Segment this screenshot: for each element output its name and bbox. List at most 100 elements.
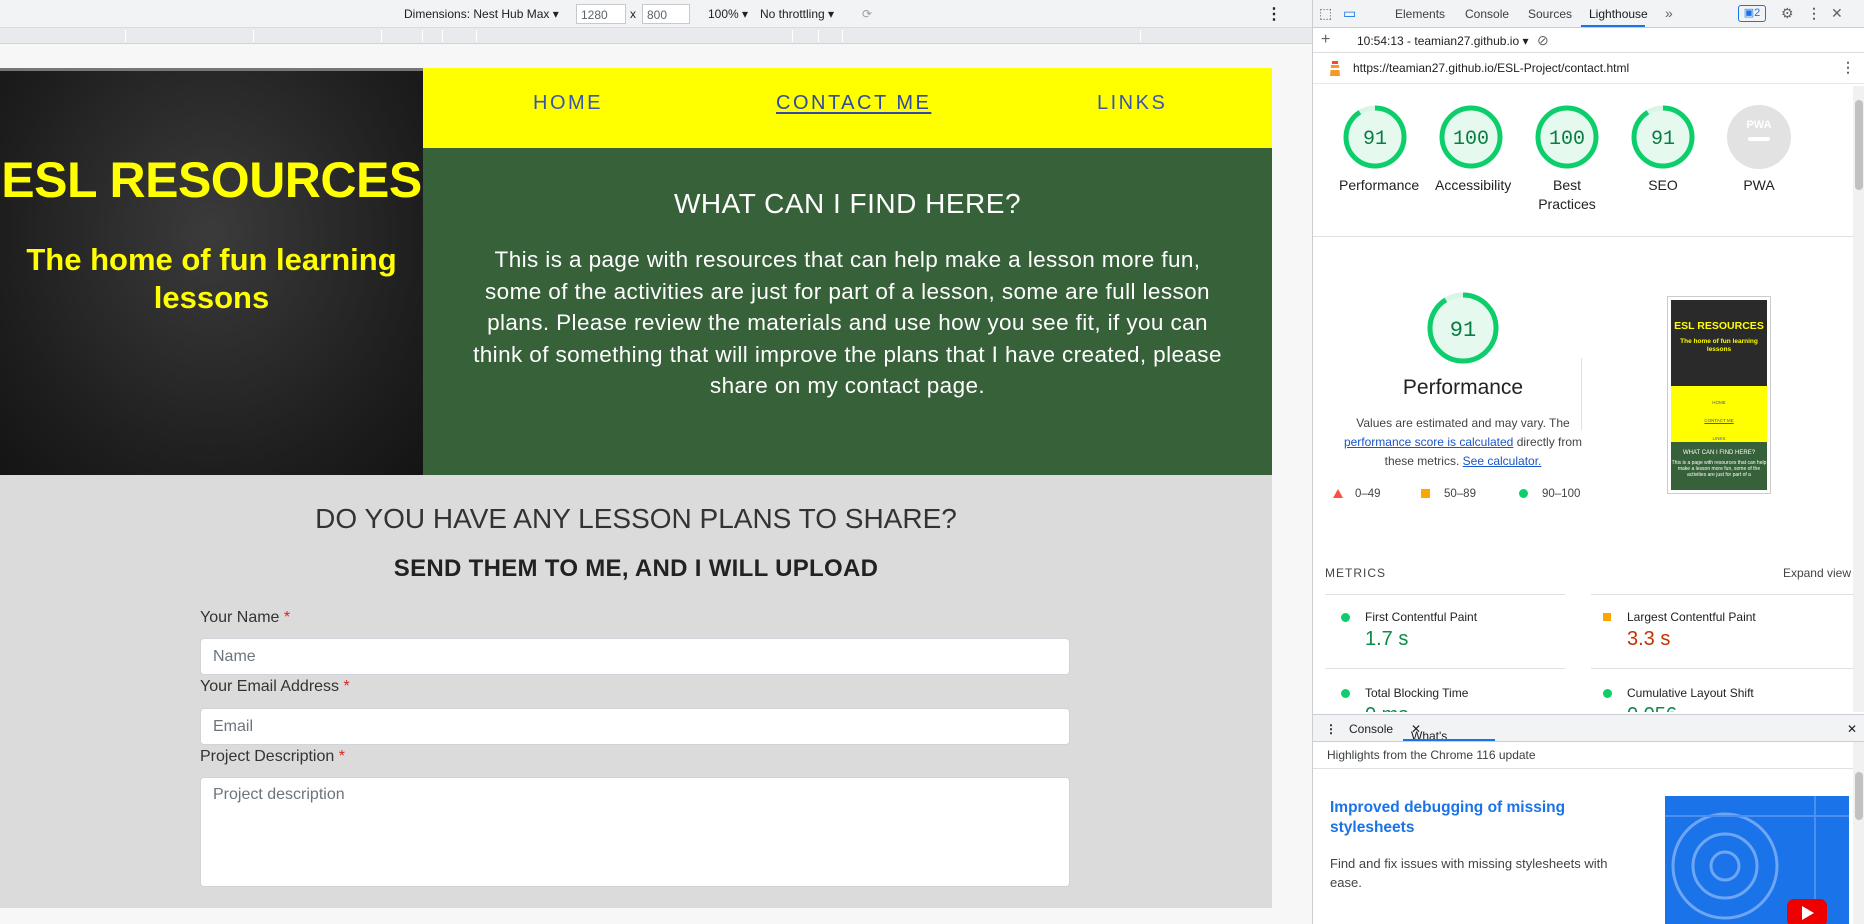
question-title: DO YOU HAVE ANY LESSON PLANS TO SHARE? (315, 503, 957, 534)
description-textarea[interactable] (200, 777, 1070, 887)
media-query-ruler[interactable] (0, 28, 1312, 44)
svg-text:100: 100 (1549, 128, 1585, 151)
info-title: WHAT CAN I FIND HERE? (673, 188, 1022, 219)
whats-new-title-link[interactable]: Improved debugging of missing stylesheet… (1330, 798, 1630, 838)
issues-badge[interactable]: ▣2 (1738, 5, 1766, 22)
description-label: Project Description * (200, 748, 345, 765)
gauge-label: PWA (1743, 177, 1775, 193)
email-input[interactable] (200, 708, 1070, 745)
lighthouse-logo-icon (1330, 61, 1340, 76)
drawer-tab-console[interactable]: Console (1349, 722, 1393, 736)
divider (1313, 236, 1864, 237)
pass-dot-icon (1603, 689, 1612, 698)
final-screenshot-thumbnail[interactable]: ESL RESOURCES The home of fun learning l… (1667, 296, 1771, 494)
hero-title: ESL RESOURCES (1, 152, 422, 208)
performance-description: Values are estimated and may vary. The p… (1343, 416, 1583, 468)
gauge-accessibility[interactable]: 100 Accessibility (1435, 104, 1512, 195)
gauge-best-practices[interactable]: 100 Best Practices (1531, 104, 1603, 214)
see-calculator-link[interactable]: See calculator. (1463, 454, 1542, 468)
contact-form: DO YOU HAVE ANY LESSON PLANS TO SHARE? S… (0, 475, 1272, 908)
device-dimensions-select[interactable]: Dimensions: Nest Hub Max ▾ (404, 7, 559, 21)
score-ring: 91 (1427, 292, 1499, 364)
report-scrollbar[interactable] (1853, 86, 1864, 712)
device-height-input[interactable]: 800 (642, 4, 690, 24)
tab-elements[interactable]: Elements (1395, 7, 1445, 21)
device-width-input[interactable]: 1280 (576, 4, 626, 24)
drawer-scrollbar[interactable] (1853, 742, 1864, 924)
metrics-header: METRICS Expand view (1325, 566, 1851, 580)
close-drawer-icon[interactable]: ✕ (1847, 722, 1857, 736)
score-ring: 91 (1343, 105, 1407, 169)
device-toggle-icon[interactable]: ▭ (1343, 5, 1356, 22)
inspect-element-icon[interactable]: ⬚ (1319, 5, 1332, 22)
average-square-icon (1603, 613, 1611, 621)
esl-site: ESL RESOURCES The home of fun learning l… (0, 68, 1272, 908)
nav-links-link[interactable]: LINKS (1097, 92, 1167, 115)
svg-text:91: 91 (1450, 318, 1476, 343)
lighthouse-url-bar: https://teamian27.github.io/ESL-Project/… (1313, 53, 1864, 84)
page-viewport: ESL RESOURCES The home of fun learning l… (0, 44, 1312, 924)
hero-banner: ESL RESOURCES The home of fun learning l… (0, 68, 423, 475)
pass-dot-icon (1341, 613, 1350, 622)
score-ring: 100 (1535, 105, 1599, 169)
report-select[interactable]: 10:54:13 - teamian27.github.io ▾ (1357, 34, 1528, 48)
thumb-nav: HOME CONTACT ME LINKS (1671, 386, 1767, 442)
whats-new-panel: Highlights from the Chrome 116 update Im… (1313, 742, 1864, 924)
close-devtools-icon[interactable]: ✕ (1831, 5, 1843, 22)
hero-subtitle: The home of fun learning lessons (26, 242, 397, 315)
tab-sources[interactable]: Sources (1528, 7, 1572, 21)
pwa-badge-icon: PWA (1727, 105, 1791, 169)
svg-text:91: 91 (1363, 128, 1387, 151)
throttling-select[interactable]: No throttling ▾ (760, 7, 834, 21)
active-tab-indicator (1581, 25, 1645, 27)
site-nav: HOME CONTACT ME LINKS (423, 68, 1272, 148)
devtools-panel: ⬚ ▭ Elements Console Sources Lighthouse … (1312, 0, 1864, 924)
divider (1313, 768, 1853, 769)
svg-text:91: 91 (1651, 128, 1675, 151)
gear-icon[interactable]: ⚙ (1781, 5, 1794, 22)
drawer-menu-icon[interactable]: ⋮ (1325, 722, 1337, 736)
info-panel: WHAT CAN I FIND HERE? This is a page wit… (423, 148, 1272, 475)
divider (1325, 594, 1565, 595)
name-input[interactable] (200, 638, 1070, 675)
dimension-separator: x (630, 7, 636, 21)
tab-lighthouse[interactable]: Lighthouse (1589, 7, 1648, 21)
drawer-active-indicator (1403, 739, 1495, 741)
zoom-select[interactable]: 100% ▾ (708, 7, 748, 21)
svg-text:PWA: PWA (1746, 119, 1771, 131)
device-toolbar: Dimensions: Nest Hub Max ▾ 1280 x 800 10… (0, 0, 1312, 28)
report-menu-icon[interactable]: ⋮ (1841, 59, 1855, 76)
clear-reports-icon[interactable]: ⊘ (1537, 32, 1549, 49)
send-title: SEND THEM TO ME, AND I WILL UPLOAD (393, 555, 879, 582)
gauge-pwa[interactable]: PWA PWA (1723, 104, 1795, 195)
whats-new-description: Find and fix issues with missing stylesh… (1330, 856, 1608, 890)
gauge-label: SEO (1648, 177, 1678, 193)
drawer-tabbar: ⋮ Console What's New ✕ ✕ (1313, 714, 1864, 757)
device-more-icon[interactable]: ⋮ (1266, 4, 1282, 24)
more-tabs-icon[interactable]: » (1665, 5, 1673, 21)
new-report-icon[interactable]: + (1321, 31, 1330, 49)
performance-summary: 91 Performance Values are estimated and … (1333, 290, 1593, 471)
whats-new-video-thumbnail[interactable] (1665, 796, 1849, 924)
tab-console[interactable]: Console (1465, 7, 1509, 21)
info-text: This is a page with resources that can h… (473, 247, 1222, 398)
gauge-label: Accessibility (1435, 177, 1512, 193)
lighthouse-toolbar: + 10:54:13 - teamian27.github.io ▾ ⊘ (1313, 28, 1864, 53)
nav-contact-link[interactable]: CONTACT ME (776, 92, 931, 115)
rotate-icon[interactable]: ⟳ (862, 7, 872, 21)
gauge-performance[interactable]: 91 Performance (1339, 104, 1420, 195)
devtools-more-icon[interactable]: ⋮ (1807, 5, 1821, 22)
gauge-label: Performance (1339, 177, 1420, 193)
drawer-tab-whats-new[interactable]: What's New ✕ (1411, 722, 1447, 757)
devtools-tabbar: ⬚ ▭ Elements Console Sources Lighthouse … (1313, 0, 1864, 28)
expand-view-toggle[interactable]: Expand view (1783, 566, 1851, 580)
gauge-seo[interactable]: 91 SEO (1627, 104, 1699, 195)
legend-fail: 0–49 (1333, 488, 1381, 500)
report-url: https://teamian27.github.io/ESL-Project/… (1353, 61, 1630, 75)
whats-new-highlight: Highlights from the Chrome 116 update (1327, 748, 1536, 762)
nav-home-link[interactable]: HOME (533, 92, 603, 115)
youtube-play-icon[interactable] (1787, 899, 1827, 924)
legend-pass: 90–100 (1519, 488, 1580, 500)
score-calculated-link[interactable]: performance score is calculated (1344, 435, 1513, 449)
thumb-info: WHAT CAN I FIND HERE? This is a page wit… (1671, 442, 1767, 490)
